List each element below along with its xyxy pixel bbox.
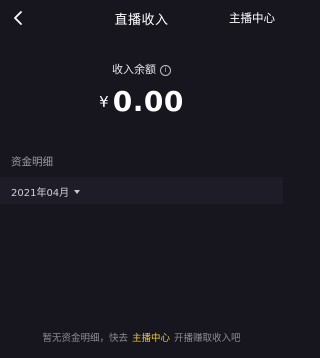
streamer-center-link[interactable]: 主播中心 xyxy=(229,10,275,26)
empty-hint-streamer-center-link[interactable]: 主播中心 xyxy=(132,333,170,344)
currency-symbol: ¥ xyxy=(99,93,109,111)
top-nav-bar: 直播收入 主播中心 xyxy=(0,0,283,36)
month-selector[interactable]: 2021年04月 xyxy=(11,184,81,199)
info-icon[interactable]: i xyxy=(160,65,171,76)
empty-hint-suffix: 开播赚取收入吧 xyxy=(174,333,241,344)
caret-down-icon xyxy=(74,190,81,194)
balance-label-row: 收入余额 i xyxy=(0,61,283,77)
empty-state-hint: 暂无资金明细，快去 主播中心 开播赚取收入吧 xyxy=(0,330,283,344)
fund-details-heading: 资金明细 xyxy=(11,156,53,168)
balance-amount-row: ¥0.00 xyxy=(0,85,283,118)
empty-hint-prefix: 暂无资金明细，快去 xyxy=(42,333,128,344)
month-filter-bar: 2021年04月 xyxy=(0,177,283,204)
balance-label: 收入余额 xyxy=(112,63,156,76)
month-value: 2021年04月 xyxy=(11,188,70,199)
balance-amount: 0.00 xyxy=(112,85,184,118)
